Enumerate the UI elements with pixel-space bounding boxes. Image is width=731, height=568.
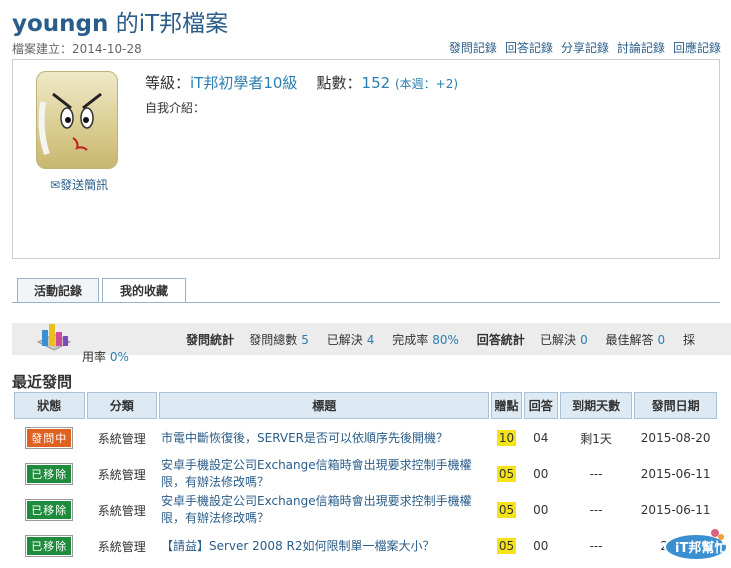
table-header-row: 狀態 分類 標題 贈點 回答 到期天數 發問日期 (14, 392, 717, 419)
link-answer-records[interactable]: 回答記錄 (505, 41, 553, 55)
table-row: 已移除 系統管理 安卓手機設定公司Exchange信箱時會出現要求控制手機權限，… (14, 457, 717, 491)
ask-total-label: 發問總數 (249, 333, 298, 347)
best-answer-label: 最佳解答 (605, 333, 654, 347)
stats-chart-icon (36, 320, 72, 354)
adopt-rate-label: 用率 (82, 350, 107, 364)
table-row: 已移除 系統管理 安卓手機設定公司Exchange信箱時會出現要求控制手機權限，… (14, 493, 717, 527)
status-badge: 已移除 (25, 535, 74, 557)
answer-solved-label: 已解決 (540, 333, 577, 347)
col-title: 標題 (159, 392, 490, 419)
days-left: --- (589, 539, 603, 553)
record-links: 發問記錄 回答記錄 分享記錄 討論記錄 回應記錄 (441, 39, 721, 56)
completion-value: 80% (432, 333, 459, 347)
week-label: (本週： (394, 77, 436, 91)
send-message-label: 發送簡訊 (60, 178, 109, 192)
week-close: ) (453, 77, 459, 91)
question-title-link[interactable]: 安卓手機設定公司Exchange信箱時會出現要求控制手機權限，有辦法修改嗎？ (159, 457, 489, 491)
created-date: 檔案建立：2014-10-28 (12, 42, 142, 56)
adopt-rate-line: 用率 0% (82, 348, 129, 365)
col-date: 發問日期 (634, 392, 717, 419)
table-row: 已移除 系統管理 【請益】Server 2008 R2如何限制單一檔案大小？ 0… (14, 529, 717, 563)
col-points: 贈點 (491, 392, 522, 419)
page-title: youngn 的iT邦檔案 (12, 4, 228, 38)
col-answers: 回答 (523, 392, 558, 419)
answer-count: 00 (533, 539, 549, 553)
question-title-link[interactable]: 安卓手機設定公司Exchange信箱時會出現要求控制手機權限，有辦法修改嗎？ (159, 493, 489, 527)
completion-label: 完成率 (392, 333, 429, 347)
best-answer-value: 0 (657, 333, 666, 347)
answer-stats-label: 回答統計 (476, 333, 525, 347)
level-line: 等級：iT邦初學者10級 點數：152 (本週：+2) (145, 72, 458, 93)
ask-date: 2015-06-11 (640, 467, 711, 481)
solved-label: 已解決 (326, 333, 363, 347)
col-days: 到期天數 (559, 392, 633, 419)
answer-solved-value: 0 (580, 333, 588, 347)
ask-date: 2015-06-11 (640, 503, 711, 517)
envelope-icon: ✉ (50, 178, 61, 192)
week-value: +2 (435, 77, 454, 91)
answer-count: 00 (533, 503, 549, 517)
answer-count: 04 (533, 431, 549, 445)
question-title-link[interactable]: 市電中斷恢復後，SERVER是否可以依順序先後開機？ (159, 421, 489, 455)
days-left: --- (589, 467, 603, 481)
category-link[interactable]: 系統管理 (87, 529, 158, 563)
category-link[interactable]: 系統管理 (87, 493, 158, 527)
avatar (36, 71, 118, 169)
ask-date: 2015-08-20 (640, 431, 711, 445)
tab-favorites[interactable]: 我的收藏 (102, 278, 186, 302)
questions-table: 狀態 分類 標題 贈點 回答 到期天數 發問日期 發問中 系統管理 市電中斷恢復… (12, 390, 719, 565)
status-badge: 發問中 (25, 427, 74, 449)
link-reply-records[interactable]: 回應記錄 (673, 41, 721, 55)
send-message-link[interactable]: ✉發送簡訊 (50, 176, 108, 193)
answer-count: 00 (533, 467, 549, 481)
link-ask-records[interactable]: 發問記錄 (449, 41, 497, 55)
ithelp-logo[interactable]: iT邦幫忙 (663, 528, 729, 562)
status-badge: 已移除 (25, 463, 74, 485)
level-value[interactable]: iT邦初學者10級 (190, 74, 297, 92)
col-status: 狀態 (14, 392, 85, 419)
ask-stats-label: 發問統計 (186, 333, 235, 347)
solved-value: 4 (366, 333, 375, 347)
tab-activity[interactable]: 活動記錄 (17, 278, 99, 302)
table-row: 發問中 系統管理 市電中斷恢復後，SERVER是否可以依順序先後開機？ 10 0… (14, 421, 717, 455)
col-category: 分類 (86, 392, 157, 419)
ask-total-value: 5 (301, 333, 309, 347)
title-suffix: 的iT邦檔案 (108, 11, 229, 37)
days-left: --- (589, 503, 603, 517)
category-link[interactable]: 系統管理 (87, 421, 158, 455)
logo-text: iT邦幫忙 (675, 540, 727, 556)
link-share-records[interactable]: 分享記錄 (561, 41, 609, 55)
adopt-rate-prefix: 採 (683, 333, 696, 347)
username: youngn (12, 11, 109, 37)
question-title-link[interactable]: 【請益】Server 2008 R2如何限制單一檔案大小？ (159, 529, 489, 563)
adopt-rate-value: 0% (109, 350, 129, 364)
tab-divider (12, 302, 720, 303)
recent-questions-title: 最近發問 (12, 373, 73, 391)
points-badge: 10 (496, 430, 517, 446)
status-badge: 已移除 (25, 499, 74, 521)
intro-label: 自我介紹： (145, 101, 206, 115)
level-label: 等級： (145, 74, 191, 92)
link-discuss-records[interactable]: 討論記錄 (617, 41, 665, 55)
points-badge: 05 (496, 538, 517, 554)
points-value: 152 (361, 74, 391, 92)
points-badge: 05 (496, 466, 517, 482)
stats-summary: 發問統計 發問總數 5 已解決 4 完成率 80% 回答統計 已解決 0 最佳解答 0 採 (186, 331, 695, 348)
points-badge: 05 (496, 502, 517, 518)
days-left: 剩1天 (580, 431, 612, 446)
category-link[interactable]: 系統管理 (87, 457, 158, 491)
points-label: 點數： (316, 74, 362, 92)
